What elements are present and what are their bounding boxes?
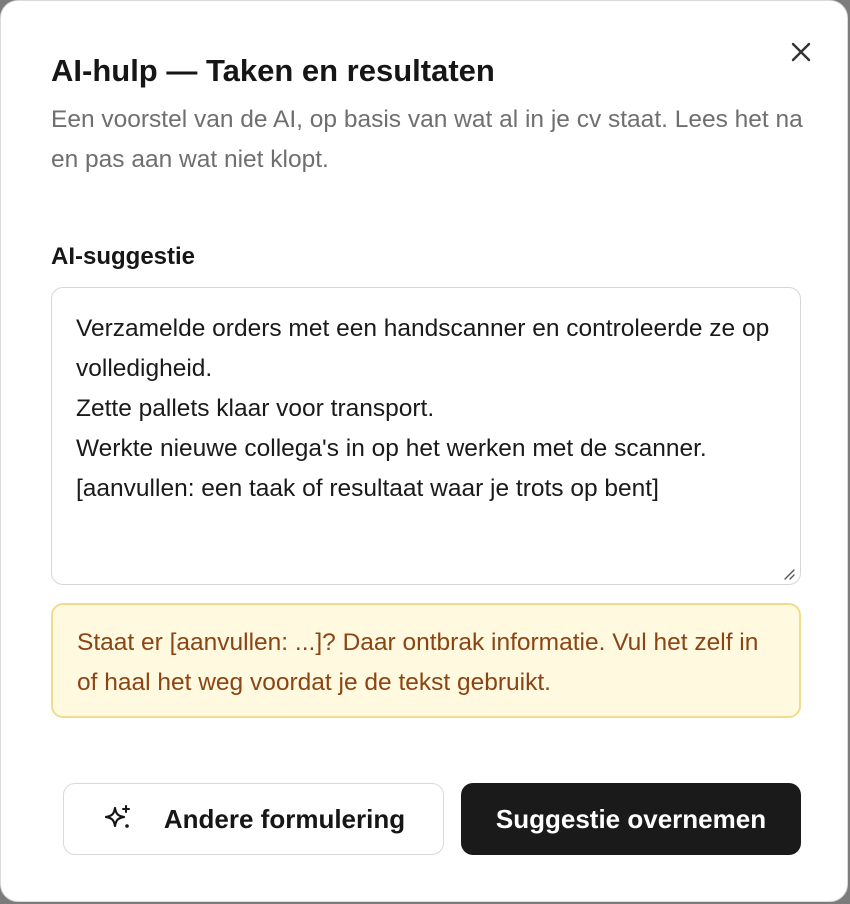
accept-label: Suggestie overnemen xyxy=(495,803,767,834)
suggestion-label: AI-suggestie xyxy=(51,243,196,270)
dialog-title: AI-hulp — Taken en resultaten xyxy=(51,53,495,88)
suggestion-textarea[interactable] xyxy=(51,287,801,585)
close-button[interactable] xyxy=(783,34,819,70)
ai-help-dialog: AI-hulp — Taken en resultaten Een voorst… xyxy=(0,0,848,902)
rephrase-button[interactable]: Andere formulering xyxy=(63,783,444,855)
accept-suggestion-button[interactable]: Suggestie overnemen xyxy=(461,783,801,855)
sparkle-icon xyxy=(102,803,134,835)
rephrase-label: Andere formulering xyxy=(163,803,406,834)
close-icon xyxy=(791,42,811,62)
dialog-subtitle: Een voorstel van de AI, op basis van wat… xyxy=(51,106,803,173)
resize-handle-icon[interactable] xyxy=(781,566,795,580)
missing-info-notice: Staat er [aanvullen: ...]? Daar ontbrak … xyxy=(51,603,801,718)
